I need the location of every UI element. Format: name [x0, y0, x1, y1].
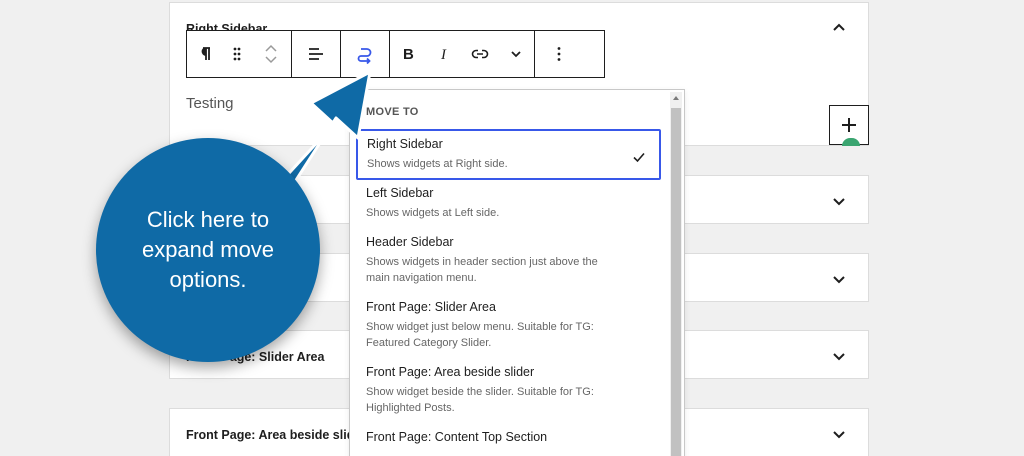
block-toolbar: B I	[186, 30, 605, 78]
option-description: Show widget beside the slider. Suitable …	[366, 386, 594, 414]
move-up-icon[interactable]	[264, 43, 278, 53]
check-icon	[633, 152, 645, 163]
option-description: Shows widgets at Right side.	[367, 158, 508, 170]
italic-icon[interactable]: I	[426, 31, 462, 77]
block-movers	[251, 43, 291, 65]
chevron-down-icon[interactable]	[830, 347, 848, 365]
callout-text: Click here to expand move options.	[141, 207, 275, 292]
move-down-icon[interactable]	[264, 55, 278, 65]
drag-handle-icon[interactable]	[223, 31, 251, 77]
status-indicator	[842, 138, 860, 146]
option-title: Header Sidebar	[366, 235, 454, 249]
move-to-option[interactable]: Front Page: Slider Area Show widget just…	[356, 292, 661, 359]
scroll-up-arrow-icon[interactable]	[672, 94, 680, 102]
chevron-up-icon[interactable]	[830, 19, 848, 37]
move-to-option[interactable]: Right Sidebar Shows widgets at Right sid…	[356, 129, 661, 180]
dropdown-scrollbar[interactable]	[670, 92, 682, 456]
option-title: Front Page: Area beside slider	[366, 365, 535, 379]
chevron-down-icon[interactable]	[498, 31, 534, 77]
align-left-icon[interactable]	[292, 31, 340, 77]
svg-text:B: B	[403, 46, 414, 63]
link-icon[interactable]	[462, 31, 498, 77]
option-title: Front Page: Slider Area	[366, 300, 496, 314]
bold-icon[interactable]: B	[390, 31, 426, 77]
formatting-group: B I	[390, 31, 535, 77]
move-to-option[interactable]: Front Page: Content Top Section	[356, 422, 661, 456]
svg-text:I: I	[440, 47, 447, 63]
option-description: Shows widgets in header section just abo…	[366, 256, 598, 284]
paragraph-icon[interactable]	[187, 31, 223, 77]
option-title: Front Page: Content Top Section	[366, 430, 548, 444]
panel-title: Front Page: Area beside slid	[186, 428, 355, 442]
move-to-icon[interactable]	[341, 31, 389, 77]
dropdown-heading: MOVE TO	[366, 106, 419, 118]
plus-icon	[842, 118, 856, 132]
block-type-group	[187, 31, 292, 77]
move-to-option[interactable]: Left Sidebar Shows widgets at Left side.	[356, 178, 661, 229]
callout-bubble: Click here to expand move options.	[96, 138, 320, 362]
move-to-dropdown: MOVE TO Right Sidebar Shows widgets at R…	[349, 89, 685, 456]
move-to-group	[341, 31, 390, 77]
option-description: Show widget just below menu. Suitable fo…	[366, 321, 594, 349]
options-group	[535, 31, 583, 77]
option-title: Right Sidebar	[367, 137, 443, 151]
option-description: Shows widgets at Left side.	[366, 207, 500, 219]
more-options-icon[interactable]	[535, 31, 583, 77]
option-title: Left Sidebar	[366, 186, 434, 200]
alignment-group	[292, 31, 341, 77]
chevron-down-icon[interactable]	[830, 425, 848, 443]
chevron-down-icon[interactable]	[830, 270, 848, 288]
move-to-option[interactable]: Header Sidebar Shows widgets in header s…	[356, 227, 661, 294]
chevron-down-icon[interactable]	[830, 192, 848, 210]
move-to-option[interactable]: Front Page: Area beside slider Show widg…	[356, 357, 661, 424]
paragraph-block-text[interactable]: Testing	[186, 95, 234, 112]
scrollbar-thumb[interactable]	[671, 108, 681, 456]
